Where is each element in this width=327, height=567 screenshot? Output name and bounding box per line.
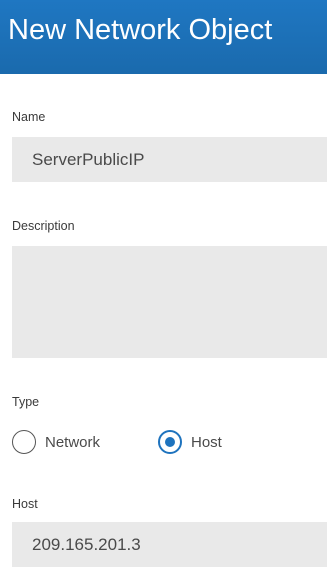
type-radio-network[interactable]: Network (12, 428, 100, 456)
host-label: Host (12, 497, 38, 511)
name-label: Name (12, 110, 46, 124)
name-input[interactable] (12, 137, 327, 182)
host-input[interactable] (12, 522, 327, 567)
dialog-title: New Network Object (8, 14, 273, 46)
description-textarea[interactable] (12, 246, 327, 358)
type-label: Type (12, 395, 40, 409)
dialog-title-bar: New Network Object (0, 0, 327, 74)
type-radio-host[interactable]: Host (158, 428, 222, 456)
description-label: Description (12, 219, 75, 233)
new-network-object-dialog: New Network Object Name Description Type… (0, 0, 327, 567)
host-radio-button[interactable] (158, 430, 182, 454)
host-radio-label: Host (191, 433, 222, 451)
network-radio-button[interactable] (12, 430, 36, 454)
network-radio-label: Network (45, 433, 101, 451)
